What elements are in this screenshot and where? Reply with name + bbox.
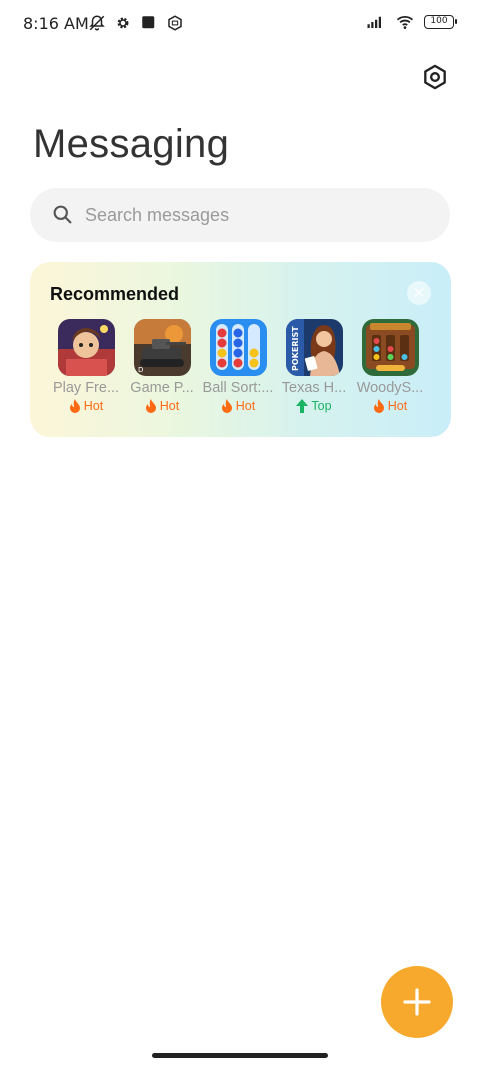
app-name: Play Fre... [52,380,120,396]
notifications-off-icon [89,15,105,31]
app-name: Texas H... [281,380,347,396]
status-icons-right: 100 [364,13,457,31]
hot-tag: Hot [373,399,407,413]
hot-tag: Hot [69,399,103,413]
recommended-app[interactable]: Ball Sort:... Hot [200,319,276,413]
app-tag-label: Hot [235,399,256,413]
settings-button[interactable] [418,60,452,94]
app-name: WoodyS... [356,380,424,396]
svg-text:POKERIST: POKERIST [291,326,300,371]
search-placeholder: Search messages [85,205,230,225]
svg-text:D: D [138,366,143,374]
recommended-app[interactable]: POKERIST Texas H... Top [276,319,352,413]
new-message-button[interactable] [381,966,453,1038]
hot-tag: Hot [145,399,179,413]
app-tag-label: Top [311,399,332,413]
hot-tag: Hot [221,399,255,413]
nfc-icon [168,15,182,31]
flame-icon [373,399,384,413]
status-time: 8:16 AM [23,14,89,33]
settings-cog-icon [117,17,129,29]
recommended-card: Recommended ✕ Play Fre... Hot D Game P..… [30,262,451,437]
square-icon [142,16,155,29]
arrow-up-icon [296,399,309,413]
close-button[interactable]: ✕ [407,281,431,305]
battery-icon: 100 [424,15,457,29]
app-icon-game-p: D [133,319,191,376]
flame-icon [69,399,80,413]
app-tag-label: Hot [83,399,104,413]
top-tag: Top [296,399,332,413]
status-bar: 8:16 AM 100 [0,0,480,46]
close-icon: ✕ [412,284,426,302]
plus-icon [403,988,431,1016]
app-name: Game P... [130,380,194,396]
hexagon-settings-icon [424,64,446,90]
home-indicator[interactable] [152,1053,328,1058]
recommended-app-list: Play Fre... Hot D Game P... Hot Ball Sor… [48,319,428,413]
app-icon-woody-sort [361,319,419,376]
app-icon-texas-holdem: POKERIST [285,319,343,376]
app-tag-label: Hot [159,399,180,413]
app-name: Ball Sort:... [202,380,274,396]
flame-icon [145,399,156,413]
app-icon-play-free [57,319,115,376]
recommended-app[interactable]: WoodyS... Hot [352,319,428,413]
recommended-app[interactable]: Play Fre... Hot [48,319,124,413]
flame-icon [221,399,232,413]
signal-icon [367,16,381,28]
page-title: Messaging [33,122,230,166]
wifi-icon [396,15,414,29]
search-icon [53,205,72,224]
status-icons-left [88,14,184,32]
app-icon-ball-sort [209,319,267,376]
app-tag-label: Hot [387,399,408,413]
recommended-app[interactable]: D Game P... Hot [124,319,200,413]
recommended-title: Recommended [50,284,180,304]
